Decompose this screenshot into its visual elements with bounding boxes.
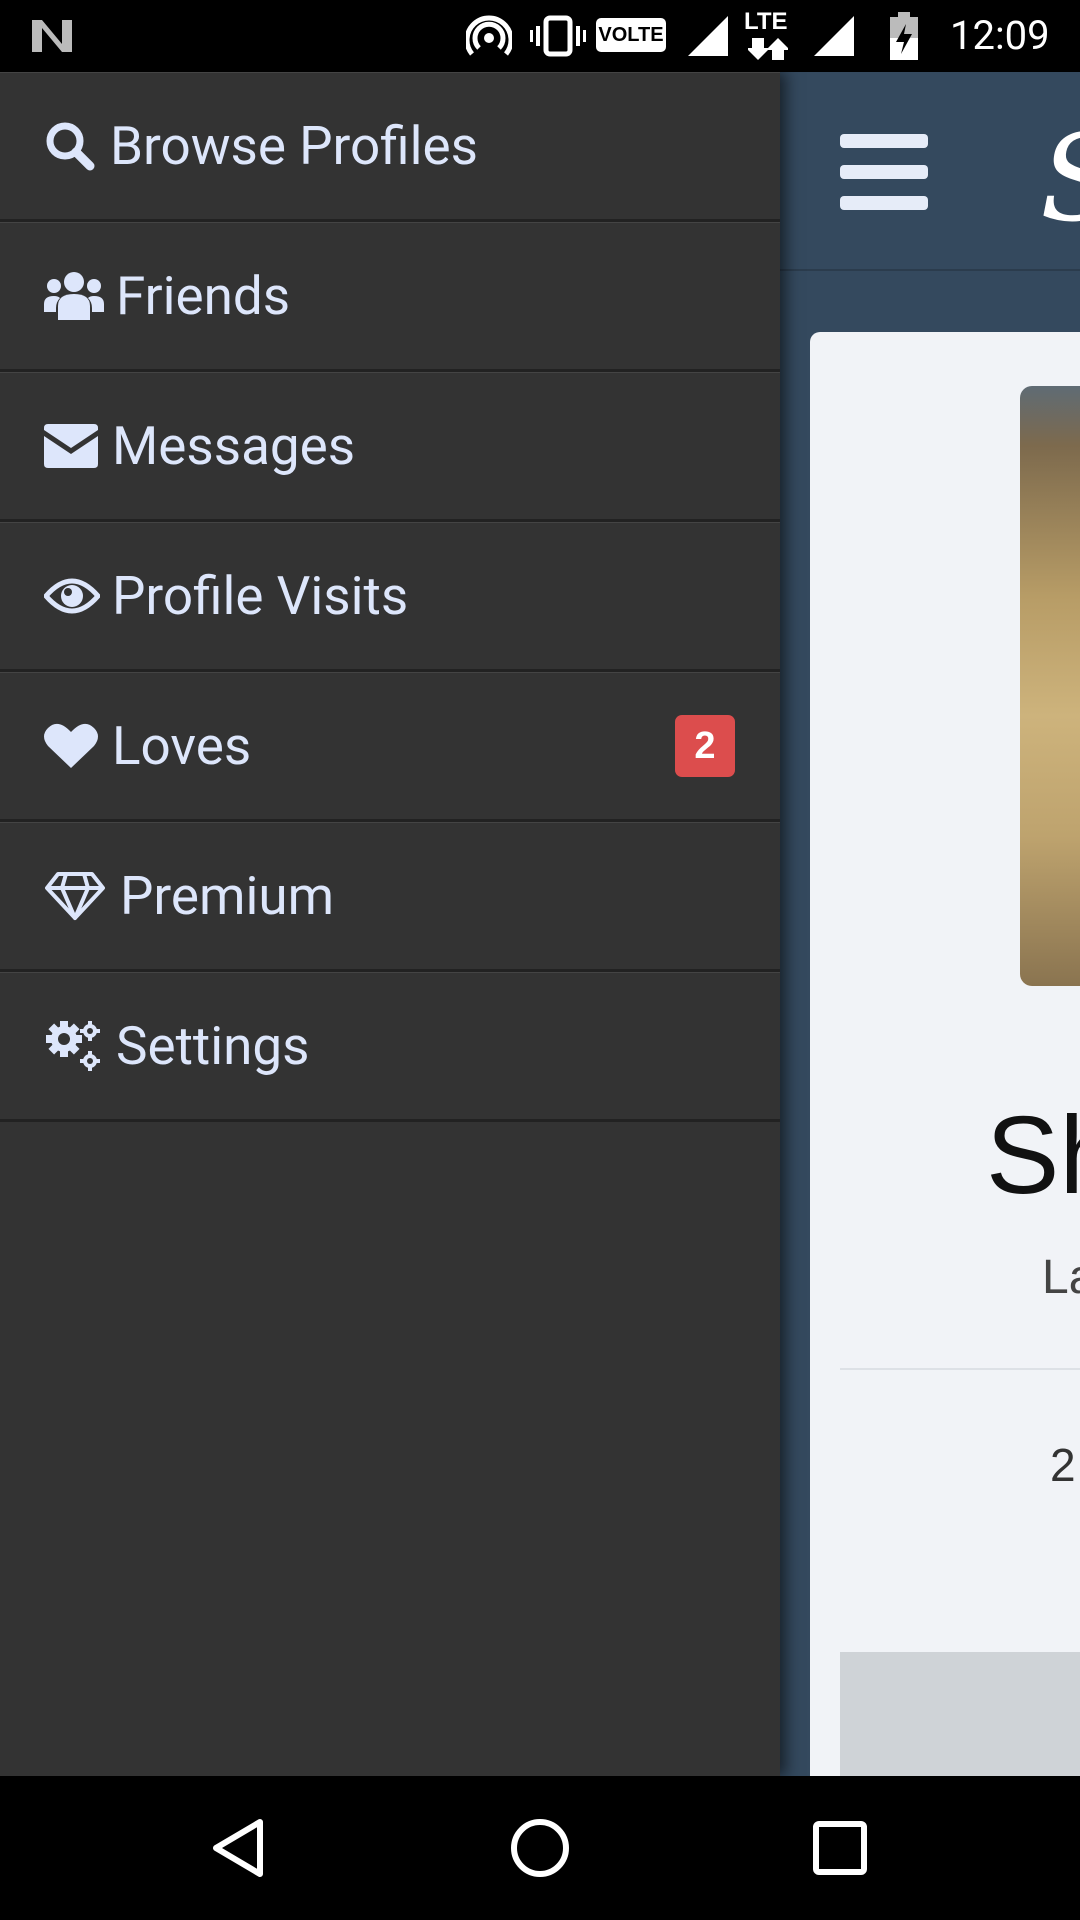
back-icon[interactable] [208,1816,272,1880]
drawer-item-label: Profile Visits [112,565,409,627]
drawer-item-label: Premium [120,865,335,927]
card-divider [840,1368,1080,1370]
drawer-item-label: Messages [112,415,356,477]
battery-charging-icon [890,12,918,60]
heart-icon [44,722,98,770]
drawer-item-settings[interactable]: Settings [0,972,780,1122]
status-bar: VOLTE LTE 12:09 [0,0,1080,72]
drawer-item-browse-profiles[interactable]: Browse Profiles [0,72,780,222]
loves-count-badge: 2 [675,715,735,777]
signal-icon [688,16,728,56]
signal-icon [814,16,854,56]
lte-arrows-icon [748,38,788,60]
hamburger-menu-icon[interactable] [840,134,928,210]
vibrate-icon [530,15,586,57]
header-divider [780,269,1080,271]
card-footer [840,1652,1080,1776]
search-icon [44,120,96,172]
drawer-item-loves[interactable]: Loves 2 [0,672,780,822]
users-icon [44,270,104,322]
hotspot-icon [466,15,512,56]
diamond-icon [44,871,106,921]
drawer-item-friends[interactable]: Friends [0,222,780,372]
drawer-item-messages[interactable]: Messages [0,372,780,522]
navigation-drawer: Browse Profiles Friends Messages Profile… [0,72,780,1776]
drawer-item-label: Settings [116,1015,310,1077]
profile-photo[interactable] [1020,386,1080,986]
volte-icon: VOLTE [596,18,666,52]
eye-icon [44,576,100,616]
profile-stat: 2 [1050,1439,1076,1491]
drawer-item-label: Browse Profiles [110,115,478,177]
recents-icon[interactable] [808,1816,872,1880]
home-icon[interactable] [508,1816,572,1880]
profile-location: La [1042,1251,1080,1304]
lte-label: LTE [744,8,788,35]
notification-n-icon [32,20,72,52]
clock: 12:09 [950,12,1050,59]
drawer-item-label: Loves [112,715,252,777]
profile-name: Sh [986,1094,1080,1217]
drawer-item-profile-visits[interactable]: Profile Visits [0,522,780,672]
drawer-item-premium[interactable]: Premium [0,822,780,972]
app-logo: S [1040,110,1080,249]
cogs-icon [44,1019,102,1073]
system-nav-bar [0,1776,1080,1920]
envelope-icon [44,424,98,468]
drawer-item-label: Friends [116,265,291,327]
